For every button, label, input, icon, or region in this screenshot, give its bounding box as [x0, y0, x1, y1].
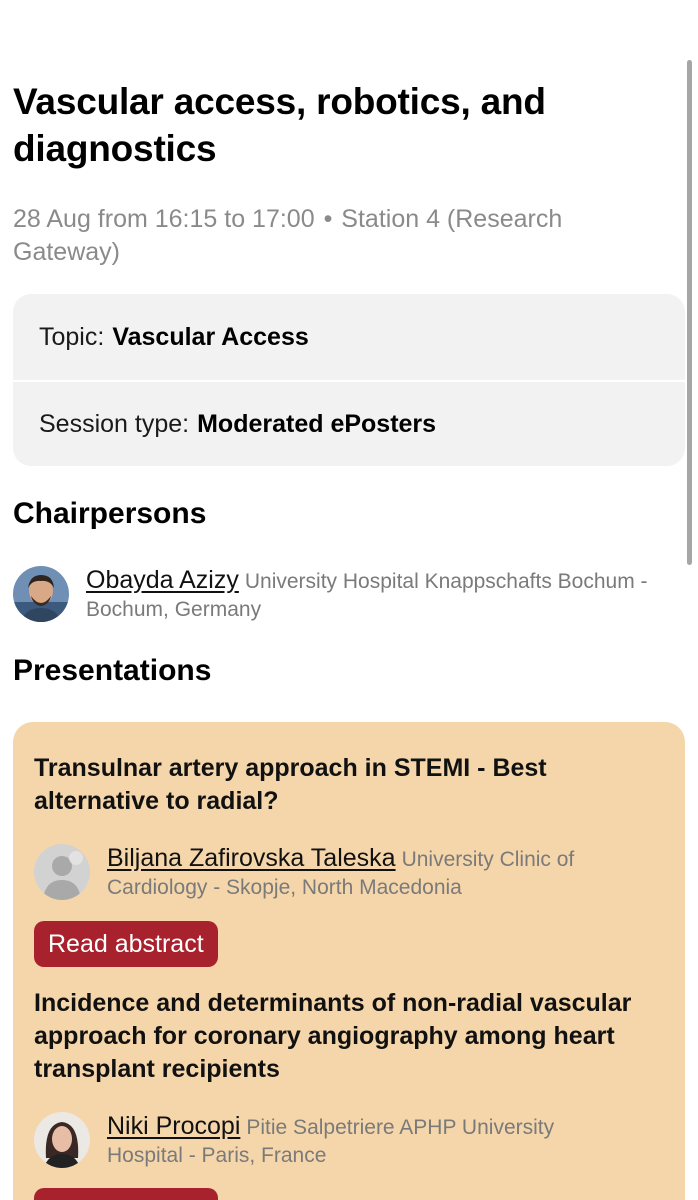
- session-title: Vascular access, robotics, and diagnosti…: [13, 81, 546, 169]
- session-page: Vascular access, robotics, and diagnosti…: [0, 0, 698, 1200]
- topic-row: Topic: Vascular Access: [13, 294, 685, 380]
- presentation-title: Incidence and determinants of non-radial…: [34, 989, 632, 1083]
- session-meta: 28 Aug from 16:15 to 17:00 • Station 4 (…: [13, 203, 653, 269]
- author-text: Biljana Zafirovska Taleska University Cli…: [107, 844, 634, 902]
- presentation-author: Niki Procopi Pitie Salpetriere APHP Unive…: [34, 1112, 634, 1170]
- chairpersons-heading: Chairpersons: [13, 497, 207, 530]
- topic-label: Topic:: [39, 322, 105, 351]
- avatar: [13, 566, 69, 622]
- session-type-label: Session type:: [39, 409, 190, 438]
- chairperson-name-link[interactable]: Obayda Azizy: [86, 566, 239, 594]
- avatar-placeholder-icon: [34, 844, 90, 900]
- author-name-link[interactable]: Niki Procopi: [107, 1112, 240, 1140]
- chairperson-text: Obayda Azizy University Hospital Knappsch…: [86, 566, 673, 624]
- presentation-title: Transulnar artery approach in STEMI - Be…: [34, 754, 547, 815]
- topic-value: Vascular Access: [112, 322, 309, 351]
- read-abstract-button[interactable]: Read abstract: [34, 1188, 218, 1200]
- session-type-row: Session type: Moderated ePosters: [13, 380, 685, 466]
- separator-dot: •: [323, 205, 333, 233]
- scrollbar[interactable]: [687, 60, 692, 565]
- author-name-link[interactable]: Biljana Zafirovska Taleska: [107, 844, 396, 872]
- session-info-box: Topic: Vascular Access Session type: Mod…: [13, 294, 685, 466]
- session-type-value: Moderated ePosters: [197, 409, 437, 438]
- chairperson-item: Obayda Azizy University Hospital Knappsch…: [13, 566, 673, 624]
- presentation-author: Biljana Zafirovska Taleska University Cli…: [34, 844, 634, 902]
- presentations-heading: Presentations: [13, 654, 212, 687]
- author-text: Niki Procopi Pitie Salpetriere APHP Unive…: [107, 1112, 634, 1170]
- presentations-card: Transulnar artery approach in STEMI - Be…: [13, 722, 685, 1200]
- read-abstract-button[interactable]: Read abstract: [34, 921, 218, 967]
- session-date-time: 28 Aug from 16:15 to 17:00: [13, 205, 315, 233]
- avatar: [34, 1112, 90, 1168]
